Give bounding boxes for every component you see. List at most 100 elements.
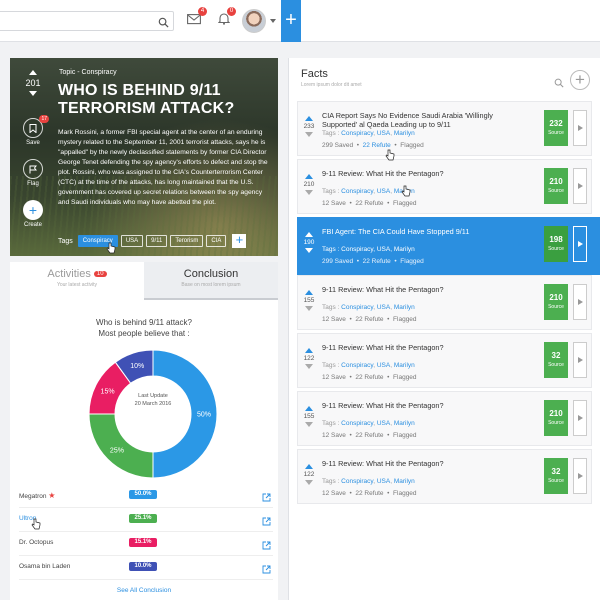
fact-saves[interactable]: 299 Saved	[322, 258, 353, 265]
add-fact-button[interactable]: +	[570, 70, 590, 90]
play-arrow-icon[interactable]	[573, 284, 587, 320]
fact-score[interactable]: 232 Source	[544, 110, 568, 146]
fact-tag-link[interactable]: USA	[377, 420, 390, 427]
fact-title[interactable]: CIA Report Says No Evidence Saudi Arabia…	[322, 111, 514, 129]
fact-tag-link[interactable]: USA	[377, 304, 390, 311]
fact-title[interactable]: 9-11 Review: What Hit the Pentagon?	[322, 459, 514, 468]
fact-tag-link[interactable]: USA	[377, 246, 390, 253]
fact-tag-link[interactable]: Conspiracy	[341, 304, 373, 311]
fact-title[interactable]: 9-11 Review: What Hit the Pentagon?	[322, 343, 514, 352]
fact-score[interactable]: 198 Source	[544, 226, 568, 262]
fact-flagged[interactable]: Flagged	[393, 432, 417, 439]
create-button[interactable]: + Create	[20, 200, 46, 228]
fact-flagged[interactable]: Flagged	[393, 316, 417, 323]
upvote-icon[interactable]	[305, 406, 313, 411]
upvote-icon[interactable]	[305, 116, 313, 121]
fact-score[interactable]: 210 Source	[544, 400, 568, 436]
play-arrow-icon[interactable]	[573, 458, 587, 494]
fact-title[interactable]: 9-11 Review: What Hit the Pentagon?	[322, 169, 514, 178]
external-link-icon[interactable]	[262, 561, 271, 579]
fact-saves[interactable]: 299 Saved	[322, 142, 353, 149]
flag-button[interactable]: Flag	[20, 159, 46, 187]
chevron-down-icon[interactable]	[270, 19, 276, 23]
downvote-icon[interactable]	[305, 306, 313, 311]
downvote-icon[interactable]	[305, 248, 313, 253]
fact-flagged[interactable]: Flagged	[393, 200, 417, 207]
external-link-icon[interactable]	[262, 537, 271, 555]
fact-item[interactable]: 122 9-11 Review: What Hit the Pentagon? Ta…	[297, 449, 592, 504]
fact-flagged[interactable]: Flagged	[393, 374, 417, 381]
search-icon[interactable]	[554, 75, 564, 93]
fact-title[interactable]: 9-11 Review: What Hit the Pentagon?	[322, 285, 514, 294]
fact-tag-link[interactable]: Conspiracy	[341, 420, 373, 427]
fact-score[interactable]: 32 Source	[544, 458, 568, 494]
fact-tag-link[interactable]: USA	[377, 188, 390, 195]
fact-tag-link[interactable]: Marilyn	[394, 130, 415, 137]
bell-icon[interactable]: 0	[217, 7, 236, 30]
fact-saves[interactable]: 12 Save	[322, 200, 346, 207]
tab-activities[interactable]: Activities 10 Your latest activity	[10, 262, 144, 300]
fact-saves[interactable]: 12 Save	[322, 316, 346, 323]
play-arrow-icon[interactable]	[573, 400, 587, 436]
fact-tag-link[interactable]: Conspiracy	[341, 362, 373, 369]
fact-item[interactable]: 122 9-11 Review: What Hit the Pentagon? Ta…	[297, 333, 592, 388]
play-arrow-icon[interactable]	[573, 342, 587, 378]
fact-flagged[interactable]: Flagged	[400, 142, 424, 149]
fact-item[interactable]: 210 9-11 Review: What Hit the Pentagon? Ta…	[297, 159, 592, 214]
tag-911[interactable]: 9/11	[146, 235, 168, 247]
messages-icon[interactable]: 4	[187, 7, 207, 30]
save-button[interactable]: 17 Save	[20, 115, 49, 146]
tab-conclusion[interactable]: Conclusion Base on most lorem ipsum	[144, 262, 278, 300]
fact-tag-link[interactable]: USA	[377, 130, 390, 137]
fact-tag-link[interactable]: Marilyn	[394, 246, 415, 253]
fact-score[interactable]: 210 Source	[544, 168, 568, 204]
see-all-conclusion-link[interactable]: See All Conclusion	[10, 587, 278, 594]
fact-flagged[interactable]: Flagged	[393, 490, 417, 497]
search-icon[interactable]	[158, 15, 169, 33]
downvote-icon[interactable]	[305, 190, 313, 195]
fact-item[interactable]: 155 9-11 Review: What Hit the Pentagon? Ta…	[297, 391, 592, 446]
fact-item[interactable]: 190 FBI Agent: The CIA Could Have Stopped…	[297, 217, 600, 275]
play-arrow-icon[interactable]	[573, 110, 587, 146]
fact-item[interactable]: 155 9-11 Review: What Hit the Pentagon? Ta…	[297, 275, 592, 330]
fact-refute[interactable]: 22 Refute	[355, 316, 383, 323]
fact-refute[interactable]: 22 Refute	[355, 374, 383, 381]
play-arrow-icon[interactable]	[573, 168, 587, 204]
upvote-icon[interactable]	[305, 464, 313, 469]
upvote-icon[interactable]	[305, 232, 313, 237]
fact-refute[interactable]: 22 Refute	[355, 490, 383, 497]
upvote-icon[interactable]	[305, 348, 313, 353]
tag-cia[interactable]: CIA	[206, 235, 227, 247]
fact-tag-link[interactable]: USA	[377, 362, 390, 369]
fact-title[interactable]: FBI Agent: The CIA Could Have Stopped 9/…	[322, 227, 514, 236]
search-box[interactable]	[0, 11, 174, 33]
fact-tag-link[interactable]: Conspiracy	[341, 478, 373, 485]
play-arrow-icon[interactable]	[573, 226, 587, 262]
upvote-icon[interactable]	[305, 290, 313, 295]
tag-usa[interactable]: USA	[120, 235, 144, 247]
add-tag-button[interactable]: +	[232, 233, 247, 248]
fact-score[interactable]: 210 Source	[544, 284, 568, 320]
upvote-icon[interactable]	[305, 174, 313, 179]
fact-saves[interactable]: 12 Save	[322, 490, 346, 497]
fact-tag-link[interactable]: Marilyn	[394, 362, 415, 369]
fact-tag-link[interactable]: Conspiracy	[341, 246, 373, 253]
search-input[interactable]	[0, 13, 149, 32]
fact-flagged[interactable]: Flagged	[400, 258, 424, 265]
downvote-icon[interactable]	[305, 480, 313, 485]
external-link-icon[interactable]	[262, 513, 271, 531]
fact-saves[interactable]: 12 Save	[322, 432, 346, 439]
fact-refute[interactable]: 22 Refute	[355, 200, 383, 207]
fact-tag-link[interactable]: Marilyn	[394, 304, 415, 311]
fact-refute[interactable]: 22 Refute	[363, 258, 391, 265]
fact-tag-link[interactable]: Conspiracy	[341, 130, 373, 137]
downvote-icon[interactable]	[305, 364, 313, 369]
fact-refute[interactable]: 22 Refute	[355, 432, 383, 439]
fact-tag-link[interactable]: Marilyn	[394, 478, 415, 485]
downvote-icon[interactable]	[305, 422, 313, 427]
fact-score[interactable]: 32 Source	[544, 342, 568, 378]
tag-terorism[interactable]: Terorism	[170, 235, 204, 247]
fact-tag-link[interactable]: Marilyn	[394, 420, 415, 427]
upvote-icon[interactable]	[29, 70, 37, 75]
downvote-icon[interactable]	[29, 91, 37, 96]
